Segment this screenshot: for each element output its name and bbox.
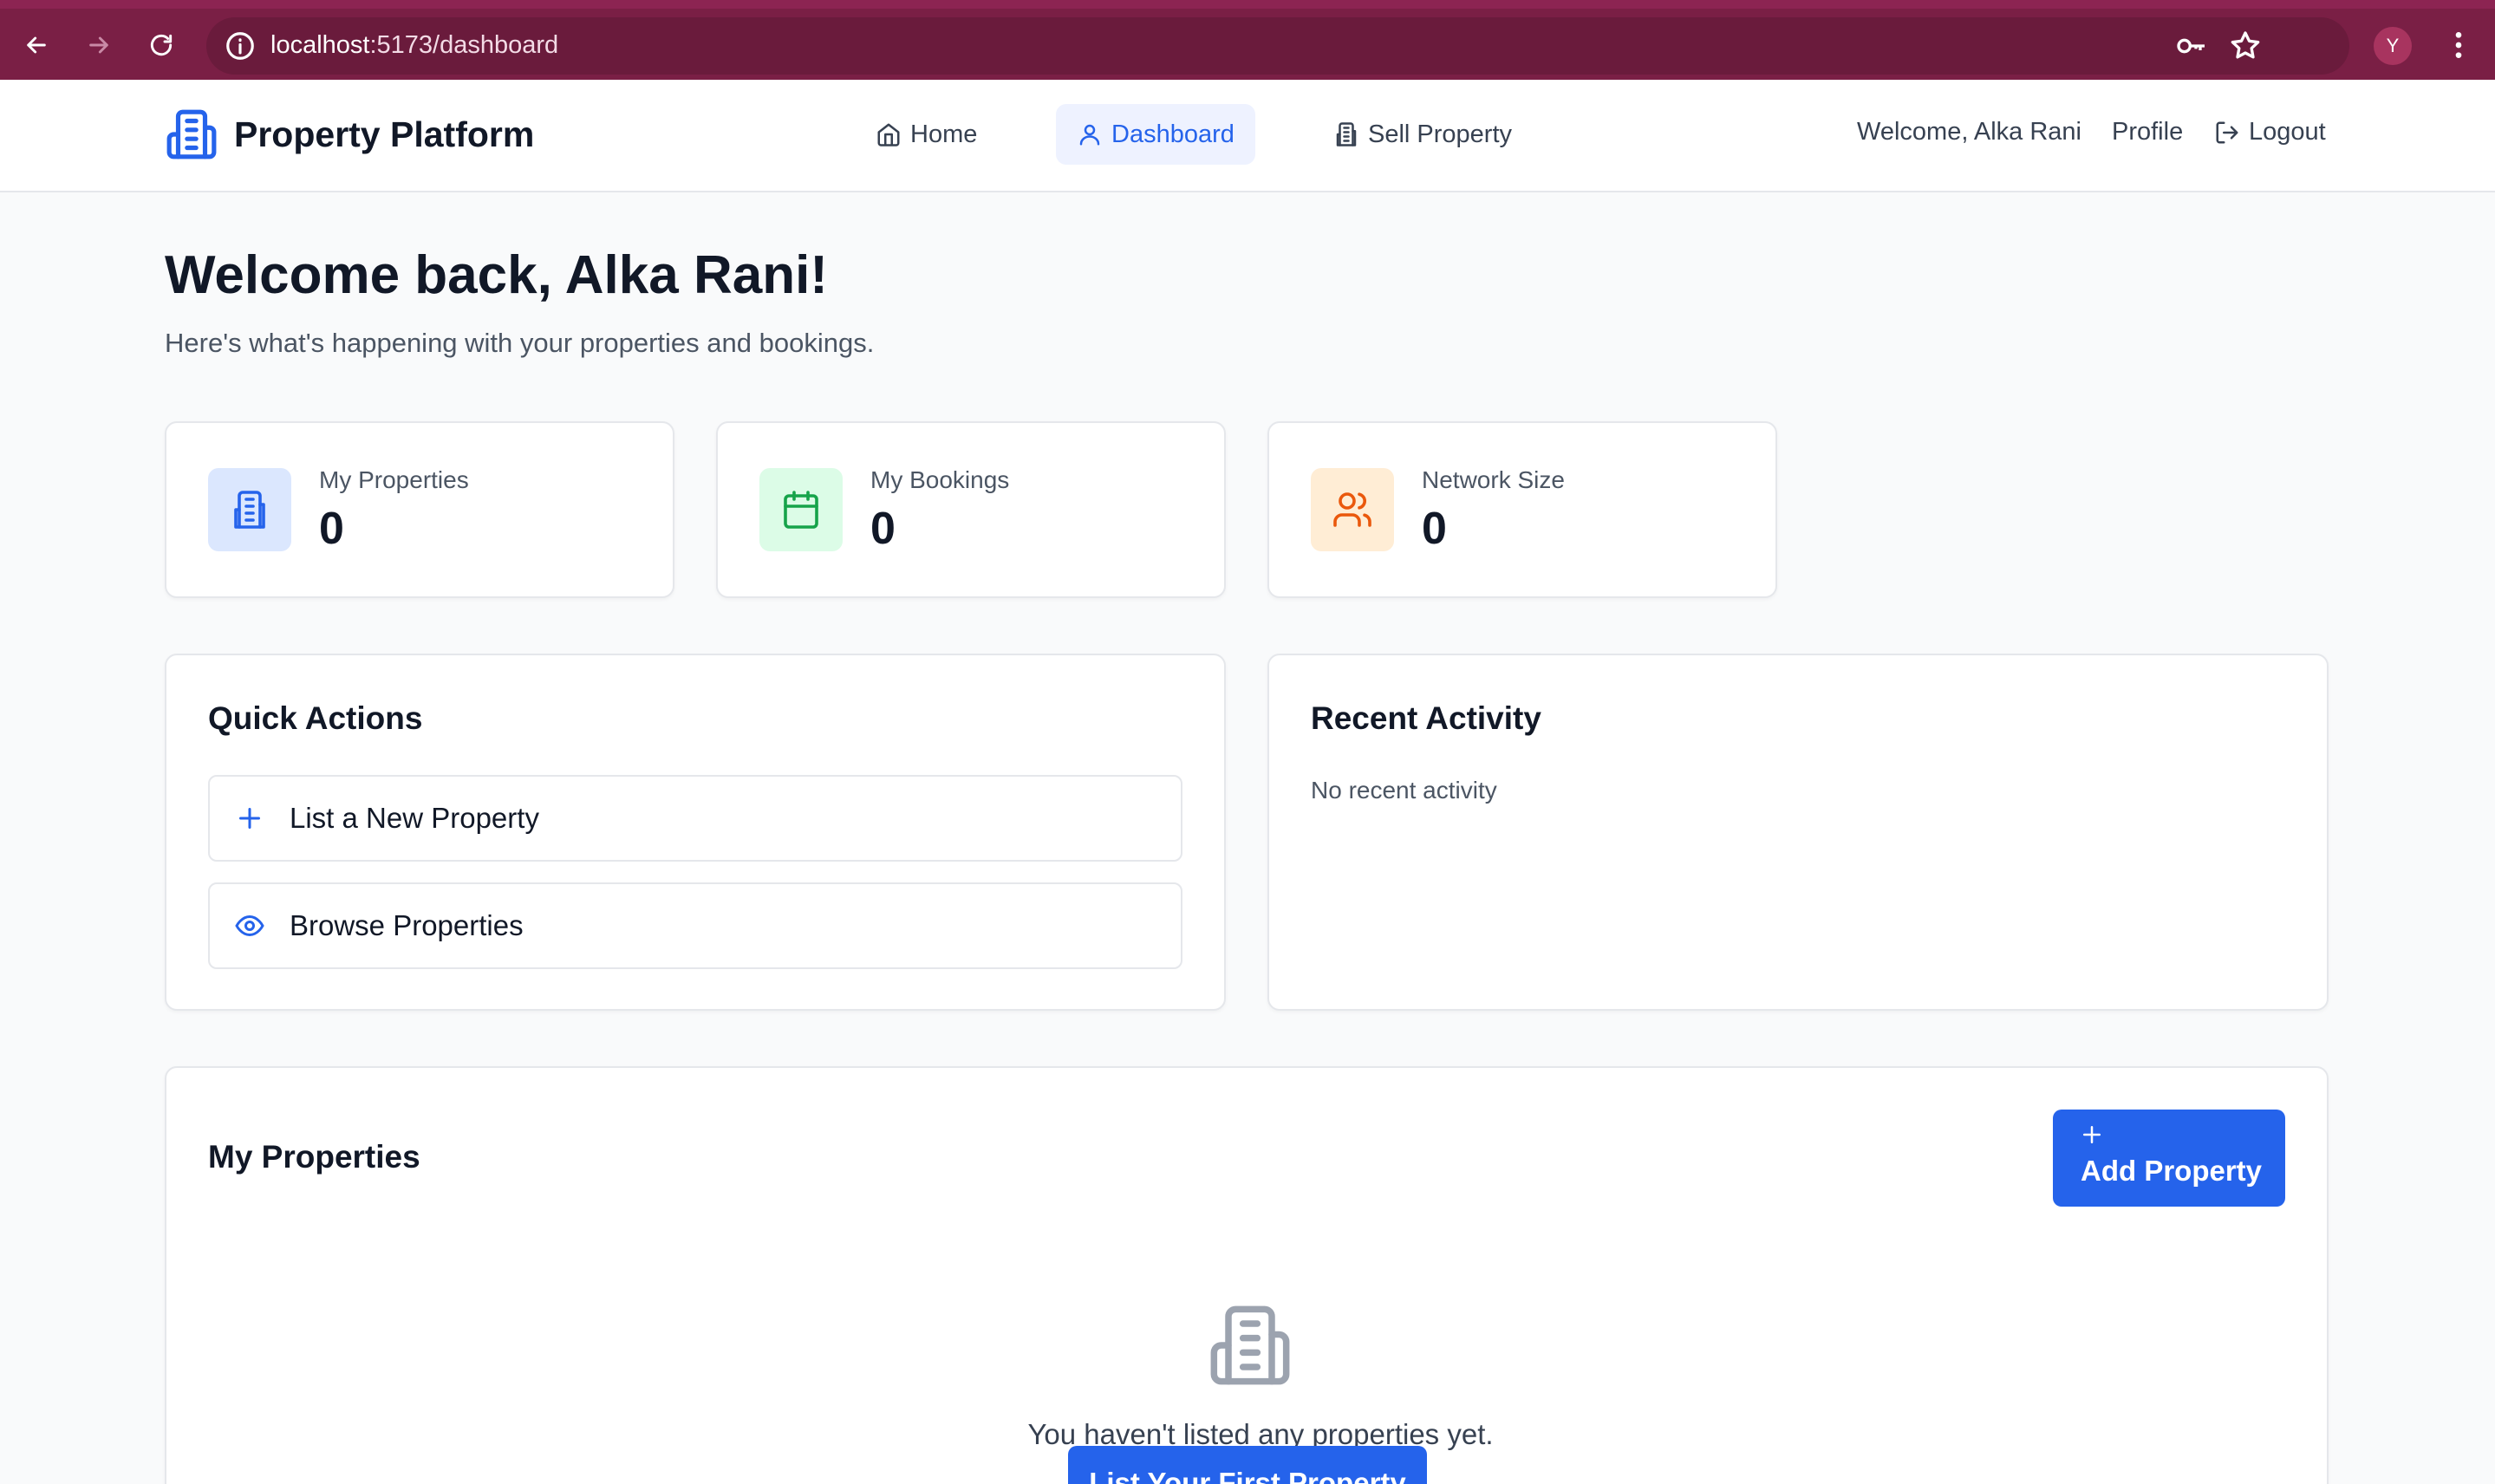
reload-button[interactable] [137, 21, 186, 69]
action-label: Browse Properties [290, 909, 524, 941]
building-icon [234, 491, 265, 529]
action-label: List a New Property [290, 802, 539, 834]
stat-label: Network Size [1422, 466, 1565, 493]
eye-icon [235, 914, 264, 937]
plus-icon [2083, 1126, 2101, 1143]
nav-sell-label: Sell Property [1368, 120, 1513, 148]
app-header: Property Platform Home Dashboard Sell Pr… [0, 80, 2495, 192]
nav-dashboard-label: Dashboard [1111, 120, 1234, 148]
recent-activity-empty: No recent activity [1311, 777, 1497, 804]
plus-icon [239, 808, 260, 829]
stat-card-properties: My Properties 0 [165, 421, 674, 598]
more-menu-icon[interactable] [2441, 28, 2476, 62]
stat-value: 0 [870, 504, 896, 554]
nav-home-label: Home [910, 120, 978, 148]
stat-value: 0 [319, 504, 344, 554]
recent-activity-card: Recent Activity No recent activity [1267, 654, 2329, 1011]
building-icon [166, 109, 217, 159]
page-subtitle: Here's what's happening with your proper… [165, 328, 875, 358]
forward-button[interactable] [75, 21, 123, 69]
browser-toolbar: localhost:5173/dashboard Y [0, 0, 2495, 80]
star-icon[interactable] [2228, 29, 2263, 63]
arrow-left-icon [27, 36, 46, 54]
stat-icon-box [759, 468, 843, 551]
add-property-button[interactable]: Add Property [2053, 1110, 2285, 1207]
quick-actions-title: Quick Actions [208, 700, 423, 736]
logout-icon [2216, 121, 2238, 143]
stat-icon-box [208, 468, 291, 551]
users-icon [1333, 492, 1371, 527]
url-text: localhost:5173/dashboard [270, 31, 559, 59]
nav-dashboard[interactable]: Dashboard [1056, 104, 1255, 165]
arrow-right-icon [89, 36, 108, 54]
recent-activity-title: Recent Activity [1311, 700, 1541, 736]
building-icon [1336, 122, 1357, 146]
stat-label: My Properties [319, 466, 469, 493]
page-title: Welcome back, Alka Rani! [165, 245, 828, 305]
add-property-label: Add Property [2081, 1155, 2263, 1187]
stat-icon-box [1311, 468, 1394, 551]
nav-sell-property[interactable]: Sell Property [1313, 104, 1533, 165]
stat-card-bookings: My Bookings 0 [716, 421, 1226, 598]
list-first-property-button[interactable]: List Your First Property [1068, 1446, 1427, 1484]
brand-name: Property Platform [234, 114, 535, 154]
reload-icon [150, 34, 173, 56]
back-button[interactable] [12, 21, 61, 69]
stat-card-network: Network Size 0 [1267, 421, 1777, 598]
profile-avatar[interactable]: Y [2374, 27, 2412, 65]
calendar-icon [784, 491, 818, 529]
address-bar[interactable]: localhost:5173/dashboard [206, 17, 2349, 75]
nav-home[interactable]: Home [855, 104, 998, 165]
stat-label: My Bookings [870, 466, 1010, 493]
welcome-user-text: Welcome, Alka Rani [1857, 118, 2081, 146]
building-icon [1210, 1305, 1290, 1385]
home-icon [877, 123, 900, 146]
browse-properties-button[interactable]: Browse Properties [208, 882, 1182, 969]
brand-logo[interactable]: Property Platform [165, 107, 534, 161]
my-properties-card: My Properties Add Property You haven't l… [165, 1066, 2329, 1484]
profile-link[interactable]: Profile [2112, 118, 2183, 146]
site-info-icon[interactable] [224, 29, 257, 62]
user-icon [1079, 124, 1100, 146]
stat-value: 0 [1422, 504, 1447, 554]
logout-button[interactable]: Logout [2214, 118, 2326, 146]
quick-actions-card: Quick Actions List a New Property Browse… [165, 654, 1226, 1011]
key-icon[interactable] [2174, 29, 2209, 63]
my-properties-title: My Properties [208, 1139, 420, 1175]
list-new-property-button[interactable]: List a New Property [208, 775, 1182, 862]
